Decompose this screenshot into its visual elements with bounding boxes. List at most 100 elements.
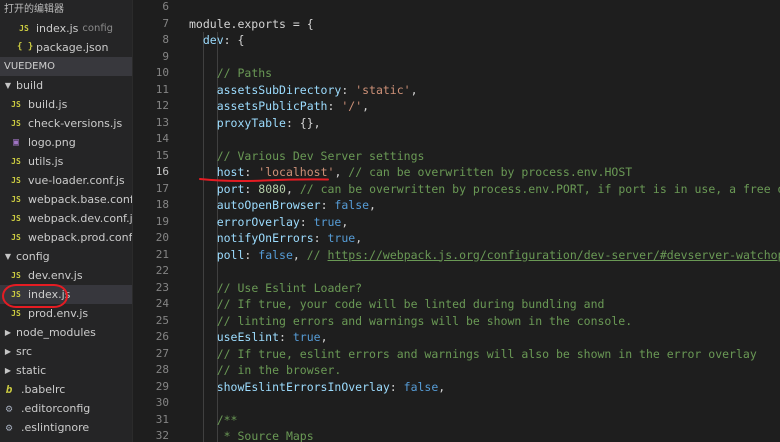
- code-token: host: [216, 165, 245, 179]
- code-token: :: [299, 214, 314, 229]
- code-token[interactable]: https://webpack.js.org/configuration/dev…: [328, 248, 780, 262]
- line-code: assetsSubDirectory: 'static',: [189, 82, 418, 99]
- code-line: 20 notifyOnErrors: true,: [133, 230, 780, 247]
- js-file-icon: JS: [11, 309, 21, 318]
- folder-static[interactable]: ▶ static: [0, 361, 132, 380]
- open-editor-index-js[interactable]: JS index.js config: [0, 19, 132, 38]
- code-token: false: [403, 379, 439, 394]
- code-line: 14: [133, 131, 780, 148]
- code-line: 11 assetsSubDirectory: 'static',: [133, 82, 780, 99]
- code-line: 31 /**: [133, 412, 780, 429]
- code-token: ,: [362, 99, 370, 113]
- file-prod-env-js[interactable]: JS prod.env.js: [0, 304, 132, 323]
- line-code: host: 'localhost', // can be overwritten…: [189, 164, 632, 181]
- code-token: : {},: [285, 115, 321, 130]
- code-token: // If true, your code will be linted dur…: [216, 297, 605, 311]
- tree-item-label: index.js: [28, 288, 71, 301]
- js-file-icon: JS: [19, 24, 29, 33]
- line-number: 21: [155, 247, 169, 261]
- file-eslintignore[interactable]: ⚙ .eslintignore: [0, 418, 132, 437]
- json-file-icon: { }: [17, 42, 34, 52]
- code-token: assetsPublicPath: [216, 99, 328, 113]
- file-babelrc[interactable]: b .babelrc: [0, 380, 132, 399]
- file-logo-png[interactable]: ▣ logo.png: [0, 133, 132, 152]
- code-token: autoOpenBrowser: [216, 198, 321, 212]
- code-line: 17 port: 8080, // can be overwritten by …: [133, 181, 780, 198]
- line-number: 25: [155, 313, 169, 327]
- file-utils-js[interactable]: JS utils.js: [0, 152, 132, 171]
- project-header[interactable]: VUEDEMO: [0, 57, 132, 76]
- code-line: 7 module.exports = {: [133, 16, 780, 33]
- line-number: 11: [155, 82, 169, 96]
- js-file-icon: JS: [11, 119, 21, 128]
- code-token: '/': [341, 99, 363, 113]
- tree-item-label: webpack.base.conf.js: [28, 193, 132, 206]
- folder-src[interactable]: ▶ src: [0, 342, 132, 361]
- code-line: 9: [133, 49, 780, 66]
- folder-build[interactable]: ▼ build: [0, 76, 132, 95]
- code-line: 8 dev: {: [133, 32, 780, 49]
- gear-icon: ⚙: [5, 421, 13, 434]
- open-editor-label: index.js: [36, 22, 79, 35]
- code-token: notifyOnErrors: [216, 231, 314, 245]
- code-line: 12 assetsPublicPath: '/',: [133, 98, 780, 115]
- file-webpack-base-conf-js[interactable]: JS webpack.base.conf.js: [0, 190, 132, 209]
- code-token: // If true, eslint errors and warnings w…: [216, 346, 757, 361]
- js-file-icon: JS: [11, 214, 21, 223]
- open-editor-folder-hint: config: [82, 23, 113, 34]
- open-editor-package-json[interactable]: { } package.json: [0, 38, 132, 57]
- file-dev-env-js[interactable]: JS dev.env.js: [0, 266, 132, 285]
- chevron-right-icon: ▶: [4, 347, 12, 356]
- file-editorconfig[interactable]: ⚙ .editorconfig: [0, 399, 132, 418]
- file-webpack-prod-conf-js[interactable]: JS webpack.prod.conf.js: [0, 228, 132, 247]
- line-code: dev: {: [189, 32, 245, 49]
- code-line: 16 host: 'localhost', // can be overwrit…: [133, 164, 780, 181]
- line-code: module.exports = {: [189, 16, 314, 33]
- file-explorer-sidebar: 打开的编辑器 JS index.js config{ } package.json V…: [0, 0, 133, 442]
- tree-item-label: utils.js: [28, 155, 64, 168]
- chevron-down-icon: ▼: [4, 252, 12, 261]
- code-line: 27 // If true, eslint errors and warning…: [133, 346, 780, 363]
- file-webpack-dev-conf-js[interactable]: JS webpack.dev.conf.js: [0, 209, 132, 228]
- code-line: 26 useEslint: true,: [133, 329, 780, 346]
- line-number: 28: [155, 363, 169, 376]
- open-editor-label: package.json: [36, 41, 109, 54]
- open-editors-header[interactable]: 打开的编辑器: [0, 0, 132, 19]
- line-code: errorOverlay: true,: [189, 214, 349, 231]
- tree-item-label: dev.env.js: [28, 269, 83, 282]
- file-build-js[interactable]: JS build.js: [0, 95, 132, 114]
- folder-config[interactable]: ▼ config: [0, 247, 132, 266]
- file-index-js[interactable]: JS index.js: [0, 285, 132, 304]
- line-code: poll: false, // https://webpack.js.org/c…: [189, 247, 780, 264]
- code-line: 6: [133, 0, 780, 16]
- code-token: false: [334, 198, 370, 212]
- code-token: :: [279, 330, 293, 344]
- file-vue-loader-conf-js[interactable]: JS vue-loader.conf.js: [0, 171, 132, 190]
- line-number: 10: [155, 66, 169, 79]
- code-token: true: [313, 214, 342, 229]
- code-editor[interactable]: 6 7 module.exports = {8 dev: {9 10 // Paths…: [133, 0, 780, 442]
- code-token: dev: [202, 33, 224, 47]
- js-file-icon: JS: [11, 271, 21, 280]
- code-line: 32 * Source Maps: [133, 428, 780, 442]
- line-number: 15: [155, 148, 169, 162]
- line-number: 16: [155, 165, 169, 178]
- line-number: 18: [155, 198, 169, 211]
- tree-item-label: logo.png: [28, 136, 76, 149]
- code-token: ,: [410, 82, 418, 97]
- line-number: 23: [155, 280, 169, 294]
- file-check-versions-js[interactable]: JS check-versions.js: [0, 114, 132, 133]
- folder-node-modules[interactable]: ▶ node_modules: [0, 323, 132, 342]
- line-code: notifyOnErrors: true,: [189, 230, 362, 247]
- tree-item-label: vue-loader.conf.js: [28, 174, 125, 187]
- code-token: :: [244, 247, 259, 262]
